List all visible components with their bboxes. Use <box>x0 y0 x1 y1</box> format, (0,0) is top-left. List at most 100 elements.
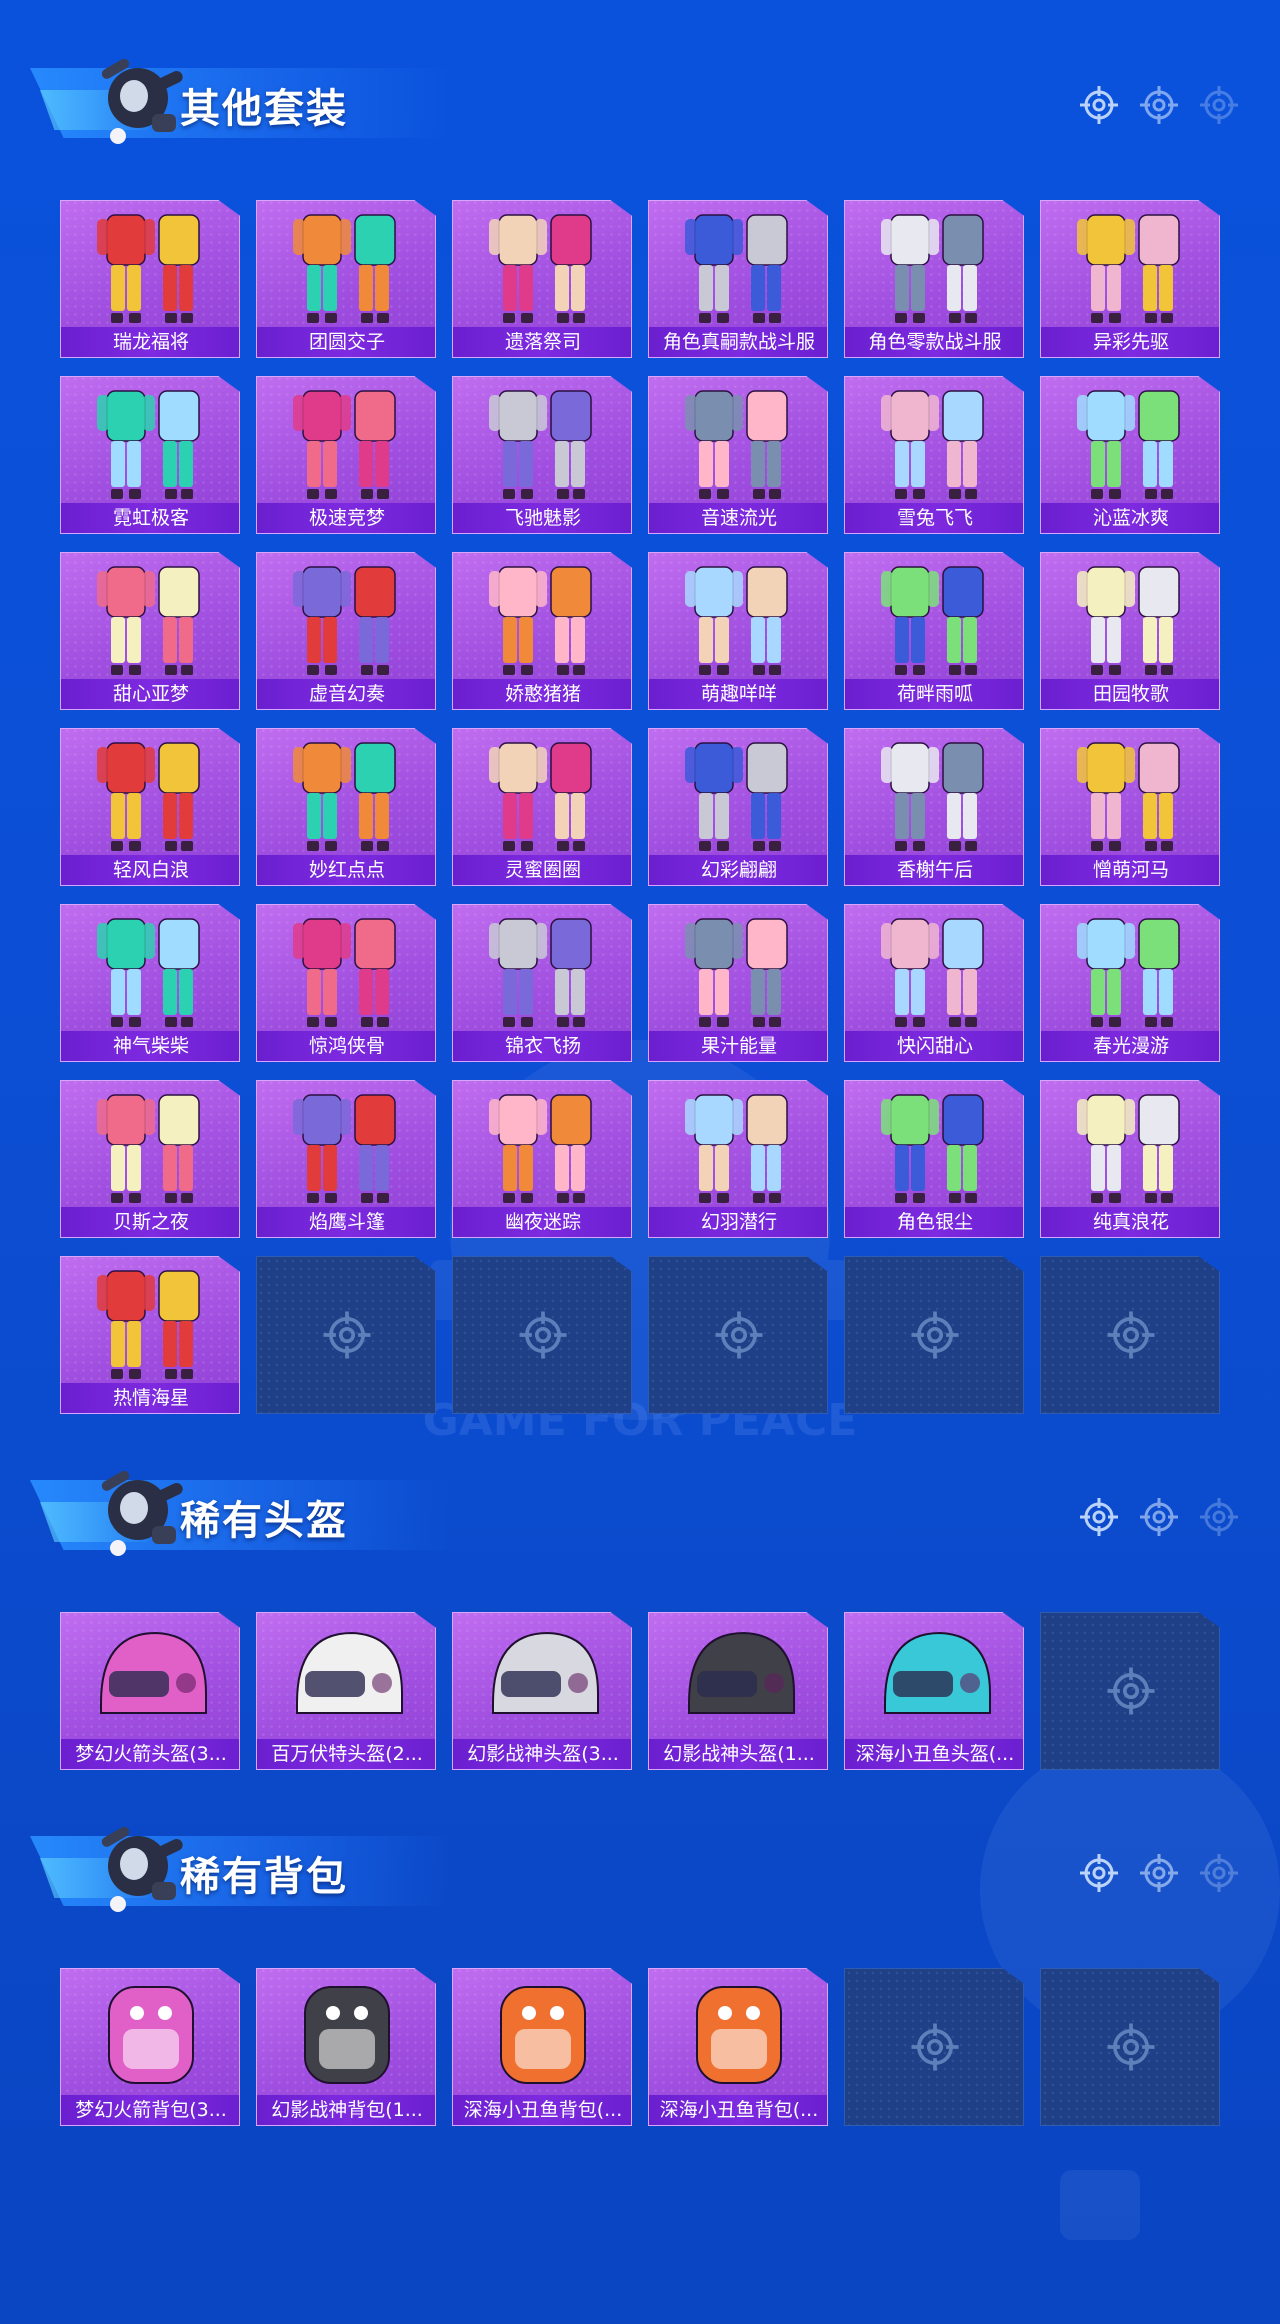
item-card[interactable]: 霓虹极客 <box>60 376 240 534</box>
item-card[interactable]: 虚音幻奏 <box>256 552 436 710</box>
item-card[interactable]: 香榭午后 <box>844 728 1024 886</box>
item-card[interactable]: 萌趣咩咩 <box>648 552 828 710</box>
item-card[interactable]: 惊鸿侠骨 <box>256 904 436 1062</box>
section-title: 稀有头盔 <box>180 1498 348 1544</box>
item-artwork <box>1077 742 1180 851</box>
item-card[interactable]: 遗落祭司 <box>452 200 632 358</box>
item-card[interactable]: 春光漫游 <box>1040 904 1220 1062</box>
item-card[interactable]: 幻影战神头盔(3... <box>452 1612 632 1770</box>
item-card[interactable]: 快闪甜心 <box>844 904 1024 1062</box>
item-label: 幻影战神背包(1... <box>257 2095 435 2125</box>
item-label: 妙红点点 <box>257 855 435 885</box>
backpack-artwork <box>500 1986 586 2084</box>
item-label: 遗落祭司 <box>453 327 631 357</box>
section-header: 稀有背包 <box>30 1818 1280 1914</box>
item-card[interactable]: 异彩先驱 <box>1040 200 1220 358</box>
item-artwork <box>881 1094 984 1203</box>
item-label: 深海小丑鱼背包(... <box>649 2095 827 2125</box>
item-card[interactable]: 幻影战神头盔(1... <box>648 1612 828 1770</box>
crosshair-reticle-icon <box>519 1311 567 1359</box>
item-card[interactable]: 深海小丑鱼头盔(... <box>844 1612 1024 1770</box>
item-artwork <box>489 214 592 323</box>
item-card[interactable]: 妙红点点 <box>256 728 436 886</box>
item-label: 香榭午后 <box>845 855 1023 885</box>
crosshair-reticle-icon <box>1080 1498 1118 1536</box>
item-card[interactable]: 角色真嗣款战斗服 <box>648 200 828 358</box>
item-label: 娇憨猪猪 <box>453 679 631 709</box>
item-card[interactable]: 荷畔雨呱 <box>844 552 1024 710</box>
helmet-artwork <box>296 1631 403 1714</box>
item-label: 深海小丑鱼头盔(... <box>845 1739 1023 1769</box>
item-card[interactable]: 神气柴柴 <box>60 904 240 1062</box>
crosshair-reticle-icon <box>323 1311 371 1359</box>
item-artwork <box>881 390 984 499</box>
item-card[interactable]: 轻风白浪 <box>60 728 240 886</box>
item-card[interactable]: 幻羽潜行 <box>648 1080 828 1238</box>
item-card[interactable]: 角色银尘 <box>844 1080 1024 1238</box>
item-label: 飞驰魅影 <box>453 503 631 533</box>
item-card[interactable]: 灵蜜圈圈 <box>452 728 632 886</box>
crosshair-reticle-icon <box>1140 1498 1178 1536</box>
crosshair-reticle-icon <box>1140 86 1178 124</box>
item-label: 惊鸿侠骨 <box>257 1031 435 1061</box>
item-label: 雪兔飞飞 <box>845 503 1023 533</box>
item-card[interactable]: 深海小丑鱼背包(... <box>648 1968 828 2126</box>
item-label: 团圆交子 <box>257 327 435 357</box>
item-card[interactable]: 飞驰魅影 <box>452 376 632 534</box>
item-card[interactable]: 梦幻火箭头盔(3... <box>60 1612 240 1770</box>
item-card[interactable]: 幽夜迷踪 <box>452 1080 632 1238</box>
section-title: 稀有背包 <box>180 1854 348 1900</box>
item-label: 幽夜迷踪 <box>453 1207 631 1237</box>
item-label: 春光漫游 <box>1041 1031 1219 1061</box>
item-card[interactable]: 团圆交子 <box>256 200 436 358</box>
item-card[interactable]: 角色零款战斗服 <box>844 200 1024 358</box>
crosshair-reticle-icon <box>1080 86 1118 124</box>
item-card[interactable]: 深海小丑鱼背包(... <box>452 1968 632 2126</box>
item-artwork <box>685 390 788 499</box>
item-card[interactable]: 果汁能量 <box>648 904 828 1062</box>
section-2: 稀有头盔 梦幻火箭头盔(3... 百万伏特头盔(2... 幻影战神头盔(3...… <box>0 1462 1280 1862</box>
item-card[interactable]: 热情海星 <box>60 1256 240 1414</box>
item-card[interactable]: 梦幻火箭背包(3... <box>60 1968 240 2126</box>
helmet-artwork <box>884 1631 991 1714</box>
item-card[interactable]: 田园牧歌 <box>1040 552 1220 710</box>
item-artwork <box>881 214 984 323</box>
item-card[interactable]: 瑞龙福将 <box>60 200 240 358</box>
crosshair-reticle-icon <box>911 2023 959 2071</box>
item-card[interactable]: 甜心亚梦 <box>60 552 240 710</box>
item-label: 霓虹极客 <box>61 503 239 533</box>
item-card[interactable]: 锦衣飞扬 <box>452 904 632 1062</box>
item-label: 幻影战神头盔(1... <box>649 1739 827 1769</box>
item-card[interactable]: 百万伏特头盔(2... <box>256 1612 436 1770</box>
section-header: 其他套装 <box>30 50 1280 146</box>
crosshair-reticle-icon <box>911 1311 959 1359</box>
item-card[interactable]: 纯真浪花 <box>1040 1080 1220 1238</box>
item-card[interactable]: 沁蓝冰爽 <box>1040 376 1220 534</box>
item-card[interactable]: 极速竞梦 <box>256 376 436 534</box>
empty-slot <box>256 1256 436 1414</box>
item-artwork <box>97 742 200 851</box>
item-card[interactable]: 憎萌河马 <box>1040 728 1220 886</box>
item-card[interactable]: 雪兔飞飞 <box>844 376 1024 534</box>
helmet-artwork <box>100 1631 207 1714</box>
item-card[interactable]: 幻影战神背包(1... <box>256 1968 436 2126</box>
item-label: 快闪甜心 <box>845 1031 1023 1061</box>
item-artwork <box>293 214 396 323</box>
item-artwork <box>685 1094 788 1203</box>
item-card[interactable]: 焰鹰斗篷 <box>256 1080 436 1238</box>
item-card[interactable]: 娇憨猪猪 <box>452 552 632 710</box>
item-artwork <box>97 1094 200 1203</box>
item-label: 果汁能量 <box>649 1031 827 1061</box>
item-artwork <box>1077 214 1180 323</box>
item-label: 神气柴柴 <box>61 1031 239 1061</box>
item-artwork <box>293 1094 396 1203</box>
item-card[interactable]: 音速流光 <box>648 376 828 534</box>
item-artwork <box>293 742 396 851</box>
item-card[interactable]: 幻彩翩翩 <box>648 728 828 886</box>
item-label: 梦幻火箭头盔(3... <box>61 1739 239 1769</box>
item-artwork <box>97 566 200 675</box>
item-artwork <box>1077 1094 1180 1203</box>
item-card[interactable]: 贝斯之夜 <box>60 1080 240 1238</box>
helmet-artwork <box>492 1631 599 1714</box>
header-reticles <box>1078 1496 1240 1538</box>
